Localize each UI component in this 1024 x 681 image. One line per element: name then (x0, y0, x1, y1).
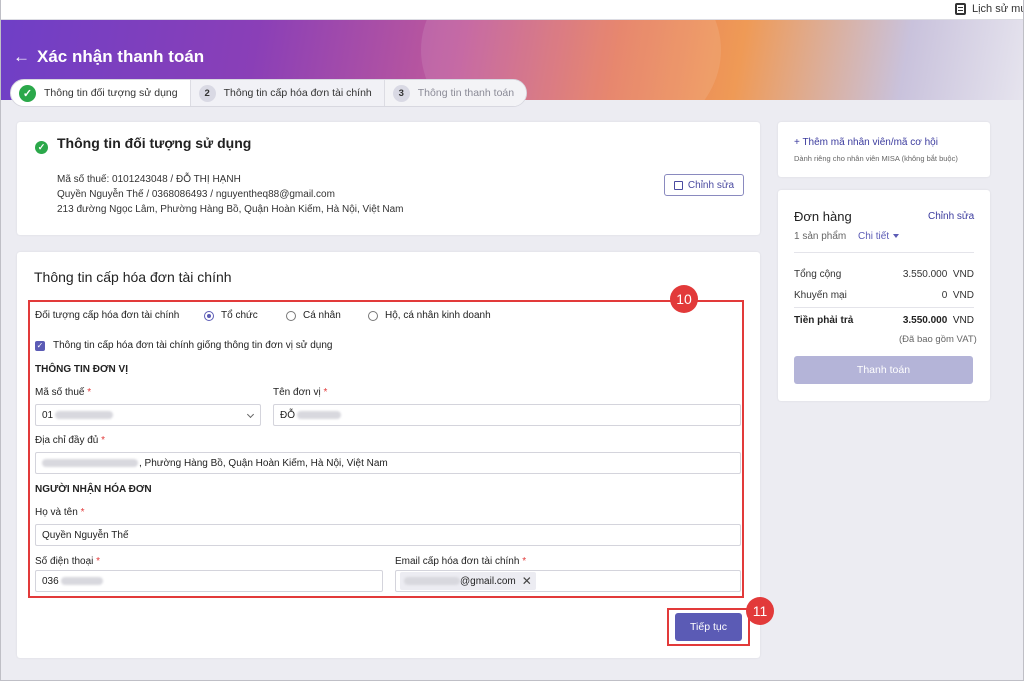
step-number: 2 (198, 84, 216, 102)
invoice-title: Thông tin cấp hóa đơn tài chính (34, 269, 232, 285)
unit-name-value: ĐỖ (280, 409, 295, 421)
checkbox-checked-icon: ✓ (35, 340, 45, 351)
same-info-checkbox[interactable]: ✓ Thông tin cấp hóa đơn tài chính giống … (35, 340, 332, 351)
phone-label: Số điện thoại * (35, 556, 101, 567)
add-code-link[interactable]: + Thêm mã nhân viên/mã cơ hội (794, 137, 938, 148)
address-input[interactable]: , Phường Hàng Bồ, Quận Hoàn Kiếm, Hà Nội… (35, 452, 741, 474)
history-label: Lịch sử mu (972, 3, 1023, 15)
continue-button[interactable]: Tiếp tục (675, 613, 742, 641)
address-label: Địa chỉ đầy đủ * (35, 435, 106, 446)
promo-note: Dành riêng cho nhân viên MISA (không bắt… (794, 154, 958, 163)
caret-down-icon (893, 234, 900, 239)
radio-household[interactable]: Hộ, cá nhân kinh doanh (368, 310, 491, 321)
email-chip: @gmail.com ✕ (400, 572, 536, 590)
radio-label: Tổ chức (221, 310, 258, 321)
radio-organization[interactable]: Tổ chức (204, 310, 258, 321)
receiver-section-title: NGƯỜI NHẬN HÓA ĐƠN (35, 484, 152, 495)
radio-icon (286, 310, 296, 321)
promo-card: + Thêm mã nhân viên/mã cơ hội Dành riêng… (778, 122, 990, 177)
unit-section-title: THÔNG TIN ĐƠN VỊ (35, 364, 128, 375)
check-icon: ✓ (19, 84, 36, 102)
order-title: Đơn hàng (794, 209, 852, 224)
target-label: Đối tượng cấp hóa đơn tài chính (35, 310, 180, 321)
step-label: Thông tin đối tượng sử dụng (44, 87, 178, 99)
annotation-badge-10: 10 (670, 285, 698, 313)
back-arrow-icon[interactable]: ← (13, 47, 30, 67)
divider (794, 252, 974, 253)
discount-row: Khuyến mại 0 VND (794, 290, 974, 301)
user-info-line1: Mã số thuế: 0101243048 / ĐỖ THỊ HẠNH (57, 174, 241, 185)
document-icon (955, 3, 966, 15)
history-link[interactable]: Lịch sử mu (955, 3, 1023, 15)
email-label: Email cấp hóa đơn tài chính * (395, 556, 527, 567)
radio-icon (368, 310, 378, 321)
chevron-down-icon (246, 410, 255, 419)
step-label: Thông tin cấp hóa đơn tài chính (223, 87, 372, 99)
tax-code-select[interactable]: 01 (35, 404, 261, 426)
order-card: Đơn hàng Chỉnh sửa 1 sản phẩm Chi tiết T… (778, 190, 990, 401)
edit-icon (673, 180, 683, 190)
unit-name-input[interactable]: ĐỖ (273, 404, 741, 426)
radio-checked-icon (204, 310, 214, 321)
radio-label: Cá nhân (303, 310, 341, 321)
page-title: Xác nhận thanh toán (37, 47, 205, 66)
radio-individual[interactable]: Cá nhân (286, 310, 341, 321)
user-info-line3: 213 đường Ngọc Lâm, Phường Hàng Bồ, Quận… (57, 204, 404, 215)
step-invoice-info[interactable]: 2 Thông tin cấp hóa đơn tài chính (189, 80, 384, 106)
divider (794, 307, 974, 308)
user-info-line2: Quyền Nguyễn Thế / 0368086493 / nguyenth… (57, 189, 335, 200)
unit-name-label: Tên đơn vị * (273, 387, 328, 398)
radio-label: Hộ, cá nhân kinh doanh (385, 310, 491, 321)
pay-row: Tiền phải trả 3.550.000 VND (794, 315, 974, 326)
tax-value: 01 (42, 409, 54, 421)
address-value: , Phường Hàng Bồ, Quận Hoàn Kiếm, Hà Nội… (139, 457, 388, 469)
user-info-title: Thông tin đối tượng sử dụng (57, 135, 252, 151)
fullname-input[interactable]: Quyền Nguyễn Thế (35, 524, 741, 546)
tax-label: Mã số thuế * (35, 387, 92, 398)
edit-user-button[interactable]: Chỉnh sửa (664, 174, 744, 196)
check-circle-icon: ✓ (35, 141, 48, 154)
phone-input[interactable]: 036 (35, 570, 383, 592)
detail-toggle[interactable]: Chi tiết (858, 231, 900, 242)
email-input[interactable]: @gmail.com ✕ (395, 570, 741, 592)
checkbox-label: Thông tin cấp hóa đơn tài chính giống th… (53, 340, 333, 351)
fullname-label: Họ và tên * (35, 507, 85, 518)
total-row: Tổng cộng 3.550.000 VND (794, 269, 974, 280)
step-payment-info[interactable]: 3 Thông tin thanh toán (383, 80, 527, 106)
vat-note: (Đã bao gồm VAT) (899, 334, 977, 345)
step-number: 3 (392, 84, 410, 102)
edit-label: Chỉnh sửa (687, 179, 735, 191)
step-label: Thông tin thanh toán (417, 87, 515, 99)
user-info-card: ✓ Thông tin đối tượng sử dụng Mã số thuế… (17, 122, 760, 235)
pay-button[interactable]: Thanh toán (794, 356, 973, 384)
fullname-value: Quyền Nguyễn Thế (42, 529, 129, 541)
product-count: 1 sản phẩm (794, 231, 847, 242)
top-bar: Lịch sử mu (1, 0, 1023, 20)
stepper: ✓ Thông tin đối tượng sử dụng 2 Thông ti… (10, 79, 528, 107)
close-icon[interactable]: ✕ (522, 574, 532, 588)
email-value: @gmail.com (460, 575, 516, 587)
step-user-info[interactable]: ✓ Thông tin đối tượng sử dụng (11, 80, 190, 106)
phone-value: 036 (42, 575, 59, 587)
annotation-badge-11: 11 (746, 597, 774, 625)
order-edit-link[interactable]: Chỉnh sửa (928, 211, 974, 222)
